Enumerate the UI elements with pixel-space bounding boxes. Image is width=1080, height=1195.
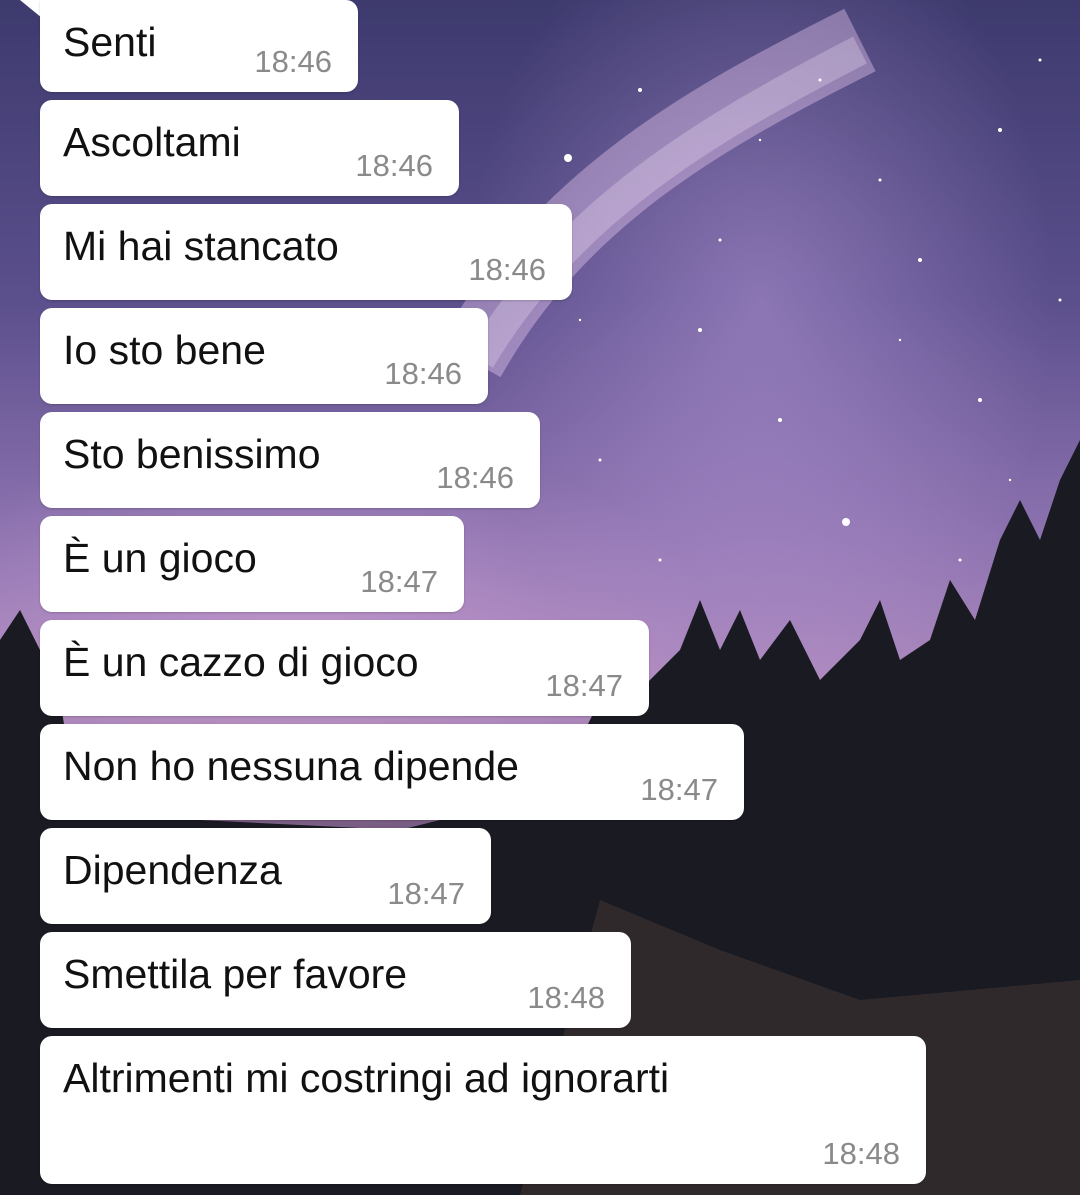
message-time: 18:48 — [822, 1136, 900, 1171]
message-time: 18:47 — [387, 876, 465, 911]
message-time: 18:47 — [640, 772, 718, 807]
message-bubble[interactable]: Dipendenza 18:47 — [40, 828, 491, 924]
message-time: 18:46 — [355, 148, 433, 183]
message-time: 18:46 — [254, 44, 332, 79]
message-bubble[interactable]: Io sto bene 18:46 — [40, 308, 488, 404]
bubble-tail — [20, 0, 42, 18]
message-bubble[interactable]: Altrimenti mi costringi ad ignorarti 18:… — [40, 1036, 926, 1184]
message-text: Altrimenti mi costringi ad ignorarti — [63, 1055, 670, 1101]
message-text: Mi hai stancato — [63, 223, 339, 269]
message-bubble[interactable]: Sto benissimo 18:46 — [40, 412, 540, 508]
message-text: Smettila per favore — [63, 951, 408, 997]
message-time: 18:47 — [360, 564, 438, 599]
message-time: 18:46 — [384, 356, 462, 391]
message-text: Ascoltami — [63, 119, 241, 165]
message-bubble[interactable]: È un cazzo di gioco 18:47 — [40, 620, 649, 716]
message-bubble[interactable]: Ascoltami 18:46 — [40, 100, 459, 196]
message-time: 18:47 — [545, 668, 623, 703]
message-bubble[interactable]: Senti 18:46 — [40, 0, 358, 92]
message-text: Io sto bene — [63, 327, 266, 373]
message-time: 18:48 — [527, 980, 605, 1015]
message-time: 18:46 — [436, 460, 514, 495]
message-bubble[interactable]: Non ho nessuna dipende 18:47 — [40, 724, 744, 820]
message-time: 18:46 — [468, 252, 546, 287]
message-text: Senti — [63, 19, 157, 65]
message-bubble[interactable]: Smettila per favore 18:48 — [40, 932, 631, 1028]
message-text: Non ho nessuna dipende — [63, 743, 519, 789]
message-text: È un cazzo di gioco — [63, 639, 419, 685]
message-bubble[interactable]: È un gioco 18:47 — [40, 516, 464, 612]
message-bubble[interactable]: Mi hai stancato 18:46 — [40, 204, 572, 300]
message-text: Dipendenza — [63, 847, 282, 893]
message-text: Sto benissimo — [63, 431, 321, 477]
message-list[interactable]: Senti 18:46 Ascoltami 18:46 Mi hai stanc… — [0, 0, 1080, 1195]
message-text: È un gioco — [63, 535, 257, 581]
